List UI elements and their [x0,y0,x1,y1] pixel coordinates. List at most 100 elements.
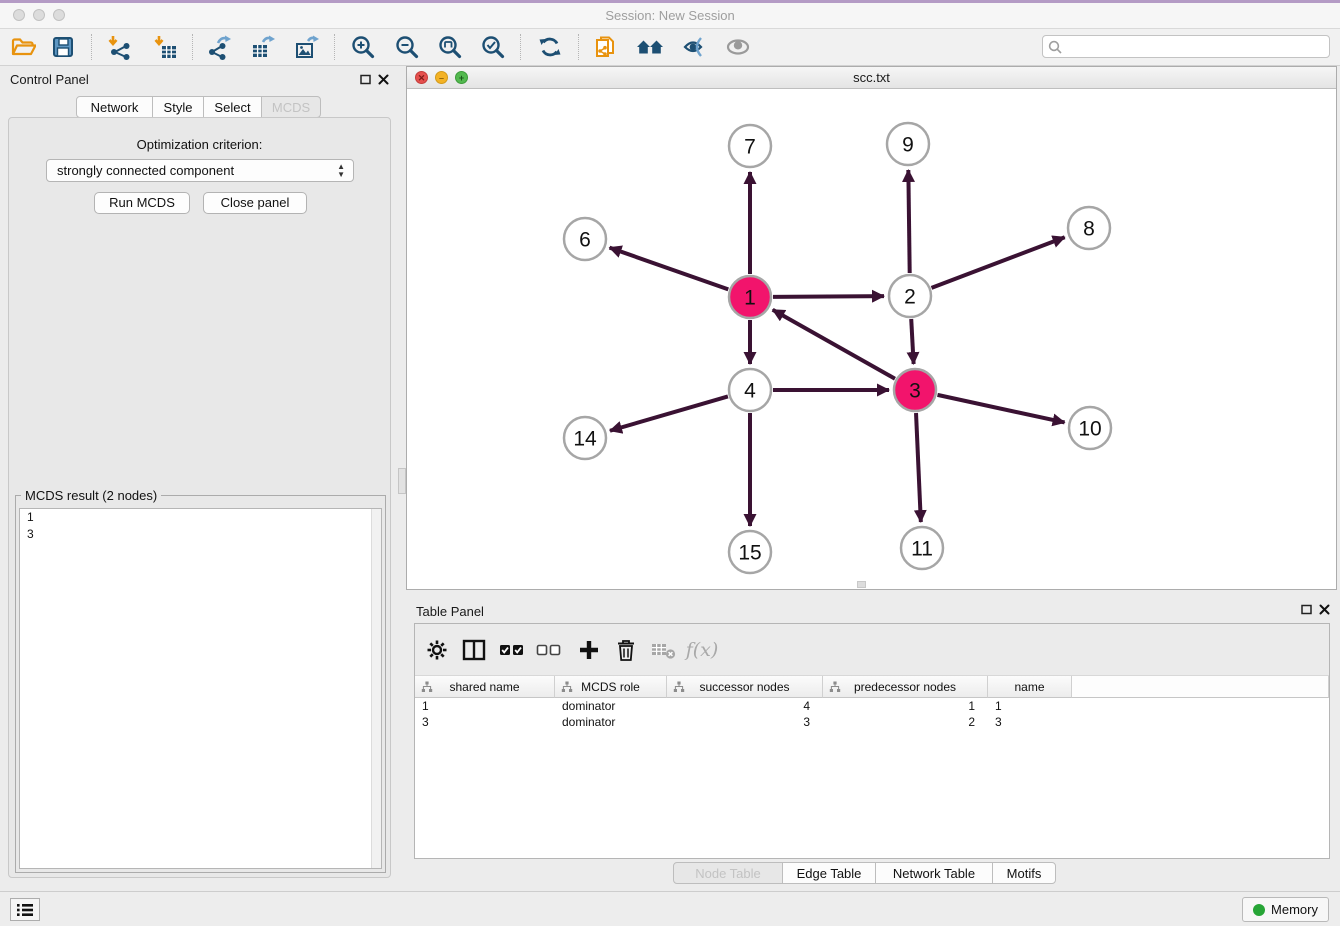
graph-node-14[interactable]: 14 [564,417,606,459]
graph-edge-3-10[interactable] [937,395,1064,423]
cell-shared-name[interactable]: 1 [415,698,555,714]
column-header-name[interactable]: name [988,676,1072,698]
graph-edge-4-14[interactable] [610,396,728,430]
export-table-button[interactable] [246,32,280,62]
graph-node-9[interactable]: 9 [887,123,929,165]
tab-network[interactable]: Network [76,96,153,118]
save-floppy-icon [50,34,76,60]
control-panel-float-icon[interactable] [360,74,371,85]
graph-edge-1-2[interactable] [773,296,884,297]
deselect-all-button[interactable] [535,636,563,664]
fit-content-button[interactable] [433,32,467,62]
import-network-button[interactable] [102,32,136,62]
graph-node-15[interactable]: 15 [729,531,771,573]
graph-node-3[interactable]: 3 [894,369,936,411]
network-close-button[interactable]: ✕ [415,71,428,84]
column-label: successor nodes [699,680,789,694]
tab-style[interactable]: Style [152,96,204,118]
select-all-button[interactable] [498,636,526,664]
function-builder-button[interactable]: f(x) [688,636,716,664]
refresh-view-button[interactable] [533,32,567,62]
table-panel-float-icon[interactable] [1301,604,1312,615]
import-table-button[interactable] [148,32,182,62]
zoom-in-button[interactable] [346,32,380,62]
save-session-button[interactable] [46,32,80,62]
graph-node-7[interactable]: 7 [729,125,771,167]
table-toolbar: f(x) [415,624,1329,676]
splitter-grip[interactable] [398,468,406,494]
tab-network-table[interactable]: Network Table [875,862,993,884]
cell-predecessor-nodes[interactable]: 2 [823,714,988,730]
cell-MCDS-role[interactable]: dominator [555,698,667,714]
add-column-button[interactable] [575,636,603,664]
tab-motifs[interactable]: Motifs [992,862,1056,884]
refresh-icon [537,34,563,60]
mcds-result-line[interactable]: 1 [20,509,381,526]
tab-edge-table[interactable]: Edge Table [782,862,876,884]
network-window-titlebar[interactable]: scc.txt ✕ – + [407,67,1336,89]
run-mcds-button[interactable]: Run MCDS [94,192,190,214]
tab-select[interactable]: Select [203,96,262,118]
tab-node-table[interactable]: Node Table [673,862,783,884]
cell-successor-nodes[interactable]: 4 [667,698,823,714]
graph-node-6[interactable]: 6 [564,218,606,260]
delete-table-button[interactable] [650,636,678,664]
network-window-title: scc.txt [407,67,1336,88]
zoom-selected-button[interactable] [476,32,510,62]
control-panel-close-icon[interactable] [378,74,389,85]
cell-name[interactable]: 3 [988,714,1072,730]
export-image-button[interactable] [290,32,324,62]
graph-edge-2-3[interactable] [911,319,913,364]
table-panel-close-icon[interactable] [1319,604,1330,615]
export-network-button[interactable] [202,32,236,62]
delete-column-button[interactable] [612,636,640,664]
column-header-successor-nodes[interactable]: successor nodes [667,676,823,698]
zoom-out-button[interactable] [390,32,424,62]
network-canvas[interactable]: 7 9 6 8 1 2 4 3 14 10 15 11 [407,89,1336,589]
close-panel-button[interactable]: Close panel [203,192,307,214]
hierarchy-icon [561,681,573,693]
graph-edge-3-11[interactable] [916,413,921,522]
graph-edge-1-6[interactable] [610,248,729,290]
network-minimize-button[interactable]: – [435,71,448,84]
table-row-0[interactable]: 1dominator411 [415,698,1329,714]
hide-overlay-button[interactable] [677,32,711,62]
mcds-result-line[interactable]: 3 [20,526,381,543]
graph-node-10[interactable]: 10 [1069,407,1111,449]
graph-node-2[interactable]: 2 [889,275,931,317]
cell-predecessor-nodes[interactable]: 1 [823,698,988,714]
cell-successor-nodes[interactable]: 3 [667,714,823,730]
graph-node-4[interactable]: 4 [729,369,771,411]
memory-button[interactable]: Memory [1242,897,1329,922]
cell-shared-name[interactable]: 3 [415,714,555,730]
network-resize-handle[interactable] [857,581,866,588]
column-header-shared-name[interactable]: shared name [415,676,555,698]
delete-table-icon [651,639,677,661]
graph-node-1[interactable]: 1 [729,276,771,318]
graph-edge-2-9[interactable] [908,170,909,273]
home-reset-button[interactable] [633,32,667,62]
graph-node-8[interactable]: 8 [1068,207,1110,249]
cell-MCDS-role[interactable]: dominator [555,714,667,730]
graph-edge-2-8[interactable] [932,237,1065,288]
search-input[interactable] [1067,37,1326,58]
clone-network-button[interactable] [589,32,623,62]
show-overlay-button[interactable] [721,32,755,62]
column-header-predecessor-nodes[interactable]: predecessor nodes [823,676,988,698]
cell-name[interactable]: 1 [988,698,1072,714]
table-row-1[interactable]: 3dominator323 [415,714,1329,730]
result-scrollbar[interactable] [371,509,381,868]
optimization-criterion-dropdown[interactable]: strongly connected component ▲▼ [46,159,354,182]
task-history-button[interactable] [10,898,40,921]
show-columns-button[interactable] [460,636,488,664]
column-header-MCDS-role[interactable]: MCDS role [555,676,667,698]
open-file-button[interactable] [6,32,40,62]
graph-edge-3-1[interactable] [773,310,895,379]
table-settings-button[interactable] [423,636,451,664]
svg-text:7: 7 [744,136,756,159]
search-icon [1047,39,1064,56]
network-maximize-button[interactable]: + [455,71,468,84]
tab-mcds[interactable]: MCDS [261,96,321,118]
graph-node-11[interactable]: 11 [901,527,943,569]
mcds-result-list[interactable]: 13 [19,508,382,869]
